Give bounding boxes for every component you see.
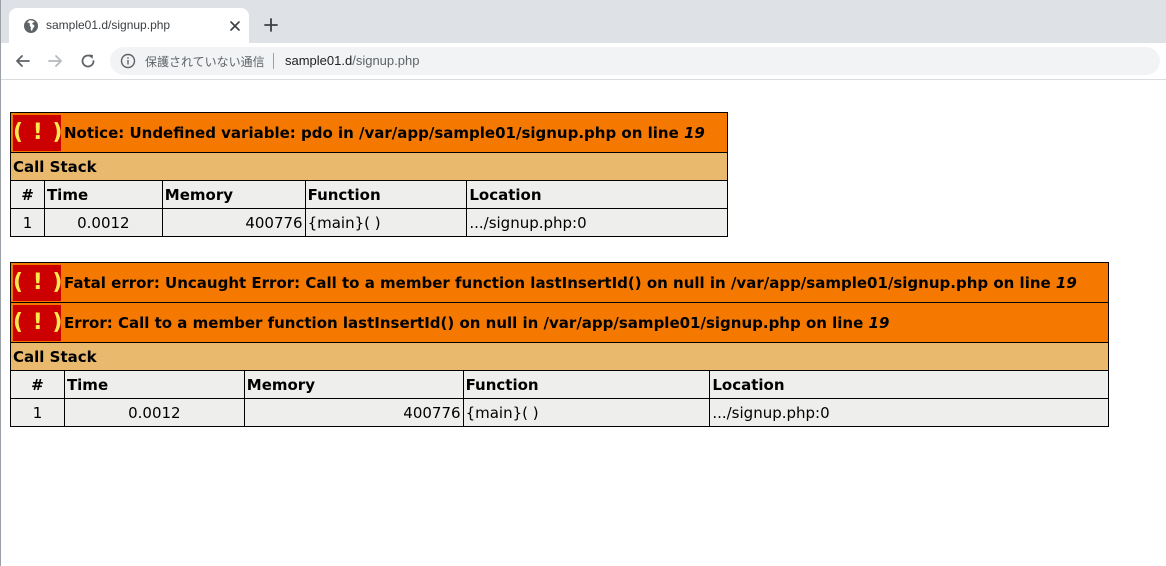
cell-memory: 400776 bbox=[161, 208, 306, 237]
url-path: /signup.php bbox=[352, 53, 420, 68]
error-line: 19 bbox=[684, 123, 705, 142]
error-message-row: ( ! )Fatal error: Uncaught Error: Call t… bbox=[10, 262, 1109, 303]
call-stack-title: Call Stack bbox=[10, 152, 728, 181]
error-message: Notice: Undefined variable: pdo in /var/… bbox=[64, 123, 684, 142]
column-header-row: # Time Memory Function Location bbox=[10, 180, 728, 209]
url-host: sample01.d bbox=[285, 53, 353, 68]
close-icon[interactable] bbox=[227, 18, 243, 34]
error-line: 19 bbox=[1055, 273, 1077, 292]
back-arrow-icon[interactable] bbox=[14, 52, 32, 70]
column-header-time: Time bbox=[43, 180, 163, 209]
cell-location: .../signup.php:0 bbox=[466, 208, 728, 237]
column-header-function: Function bbox=[462, 370, 711, 399]
tab-title: sample01.d/signup.php bbox=[46, 18, 171, 32]
column-header-location: Location bbox=[709, 370, 1109, 399]
error-message-row: ( ! )Notice: Undefined variable: pdo in … bbox=[10, 112, 728, 153]
call-stack-title-row: Call Stack bbox=[10, 152, 728, 181]
cell-memory: 400776 bbox=[243, 398, 464, 427]
new-tab-plus-icon[interactable] bbox=[263, 17, 279, 33]
cell-num: 1 bbox=[10, 398, 65, 427]
column-header-location: Location bbox=[466, 180, 728, 209]
error-icon: ( ! ) bbox=[13, 114, 62, 151]
cell-function: {main}( ) bbox=[462, 398, 711, 427]
error-message-row: ( ! )Error: Call to a member function la… bbox=[10, 302, 1109, 343]
cell-function: {main}( ) bbox=[304, 208, 468, 237]
reload-icon[interactable] bbox=[79, 52, 97, 70]
error-message: Error: Call to a member function lastIns… bbox=[64, 313, 869, 332]
error-icon: ( ! ) bbox=[13, 264, 62, 301]
table-row: 1 0.0012 400776 {main}( ) .../signup.php… bbox=[10, 208, 728, 237]
address-bar[interactable]: 保護されていない通信 sample01.d/signup.php bbox=[110, 47, 1160, 75]
call-stack-title-row: Call Stack bbox=[10, 342, 1109, 371]
column-header-num: # bbox=[10, 370, 65, 399]
error-line: 19 bbox=[868, 313, 890, 332]
cell-num: 1 bbox=[10, 208, 45, 237]
column-header-num: # bbox=[10, 180, 45, 209]
tab-strip: sample01.d/signup.php bbox=[1, 0, 1166, 43]
security-status-label: 保護されていない通信 bbox=[145, 55, 265, 69]
error-message-cell: ( ! )Notice: Undefined variable: pdo in … bbox=[10, 112, 728, 153]
cell-time: 0.0012 bbox=[63, 398, 245, 427]
url-text[interactable]: sample01.d/signup.php bbox=[285, 53, 419, 68]
browser-toolbar: 保護されていない通信 sample01.d/signup.php bbox=[1, 43, 1166, 80]
column-header-time: Time bbox=[63, 370, 245, 399]
xdebug-error-table: ( ! )Notice: Undefined variable: pdo in … bbox=[10, 112, 728, 237]
table-row: 1 0.0012 400776 {main}( ) .../signup.php… bbox=[10, 398, 1109, 427]
call-stack-title: Call Stack bbox=[10, 342, 1109, 371]
globe-icon bbox=[24, 19, 38, 33]
column-header-memory: Memory bbox=[243, 370, 464, 399]
forward-arrow-icon[interactable] bbox=[46, 52, 64, 70]
browser-tab[interactable]: sample01.d/signup.php bbox=[9, 8, 249, 43]
address-divider bbox=[273, 53, 274, 69]
xdebug-error-table: ( ! )Fatal error: Uncaught Error: Call t… bbox=[10, 262, 1109, 427]
column-header-memory: Memory bbox=[161, 180, 306, 209]
info-icon[interactable] bbox=[120, 53, 136, 69]
column-header-row: # Time Memory Function Location bbox=[10, 370, 1109, 399]
error-icon: ( ! ) bbox=[13, 304, 62, 341]
cell-location: .../signup.php:0 bbox=[709, 398, 1109, 427]
error-message: Fatal error: Uncaught Error: Call to a m… bbox=[64, 273, 1056, 292]
cell-time: 0.0012 bbox=[43, 208, 163, 237]
error-message-cell: ( ! )Fatal error: Uncaught Error: Call t… bbox=[10, 262, 1109, 303]
error-message-cell: ( ! )Error: Call to a member function la… bbox=[10, 302, 1109, 343]
column-header-function: Function bbox=[304, 180, 468, 209]
